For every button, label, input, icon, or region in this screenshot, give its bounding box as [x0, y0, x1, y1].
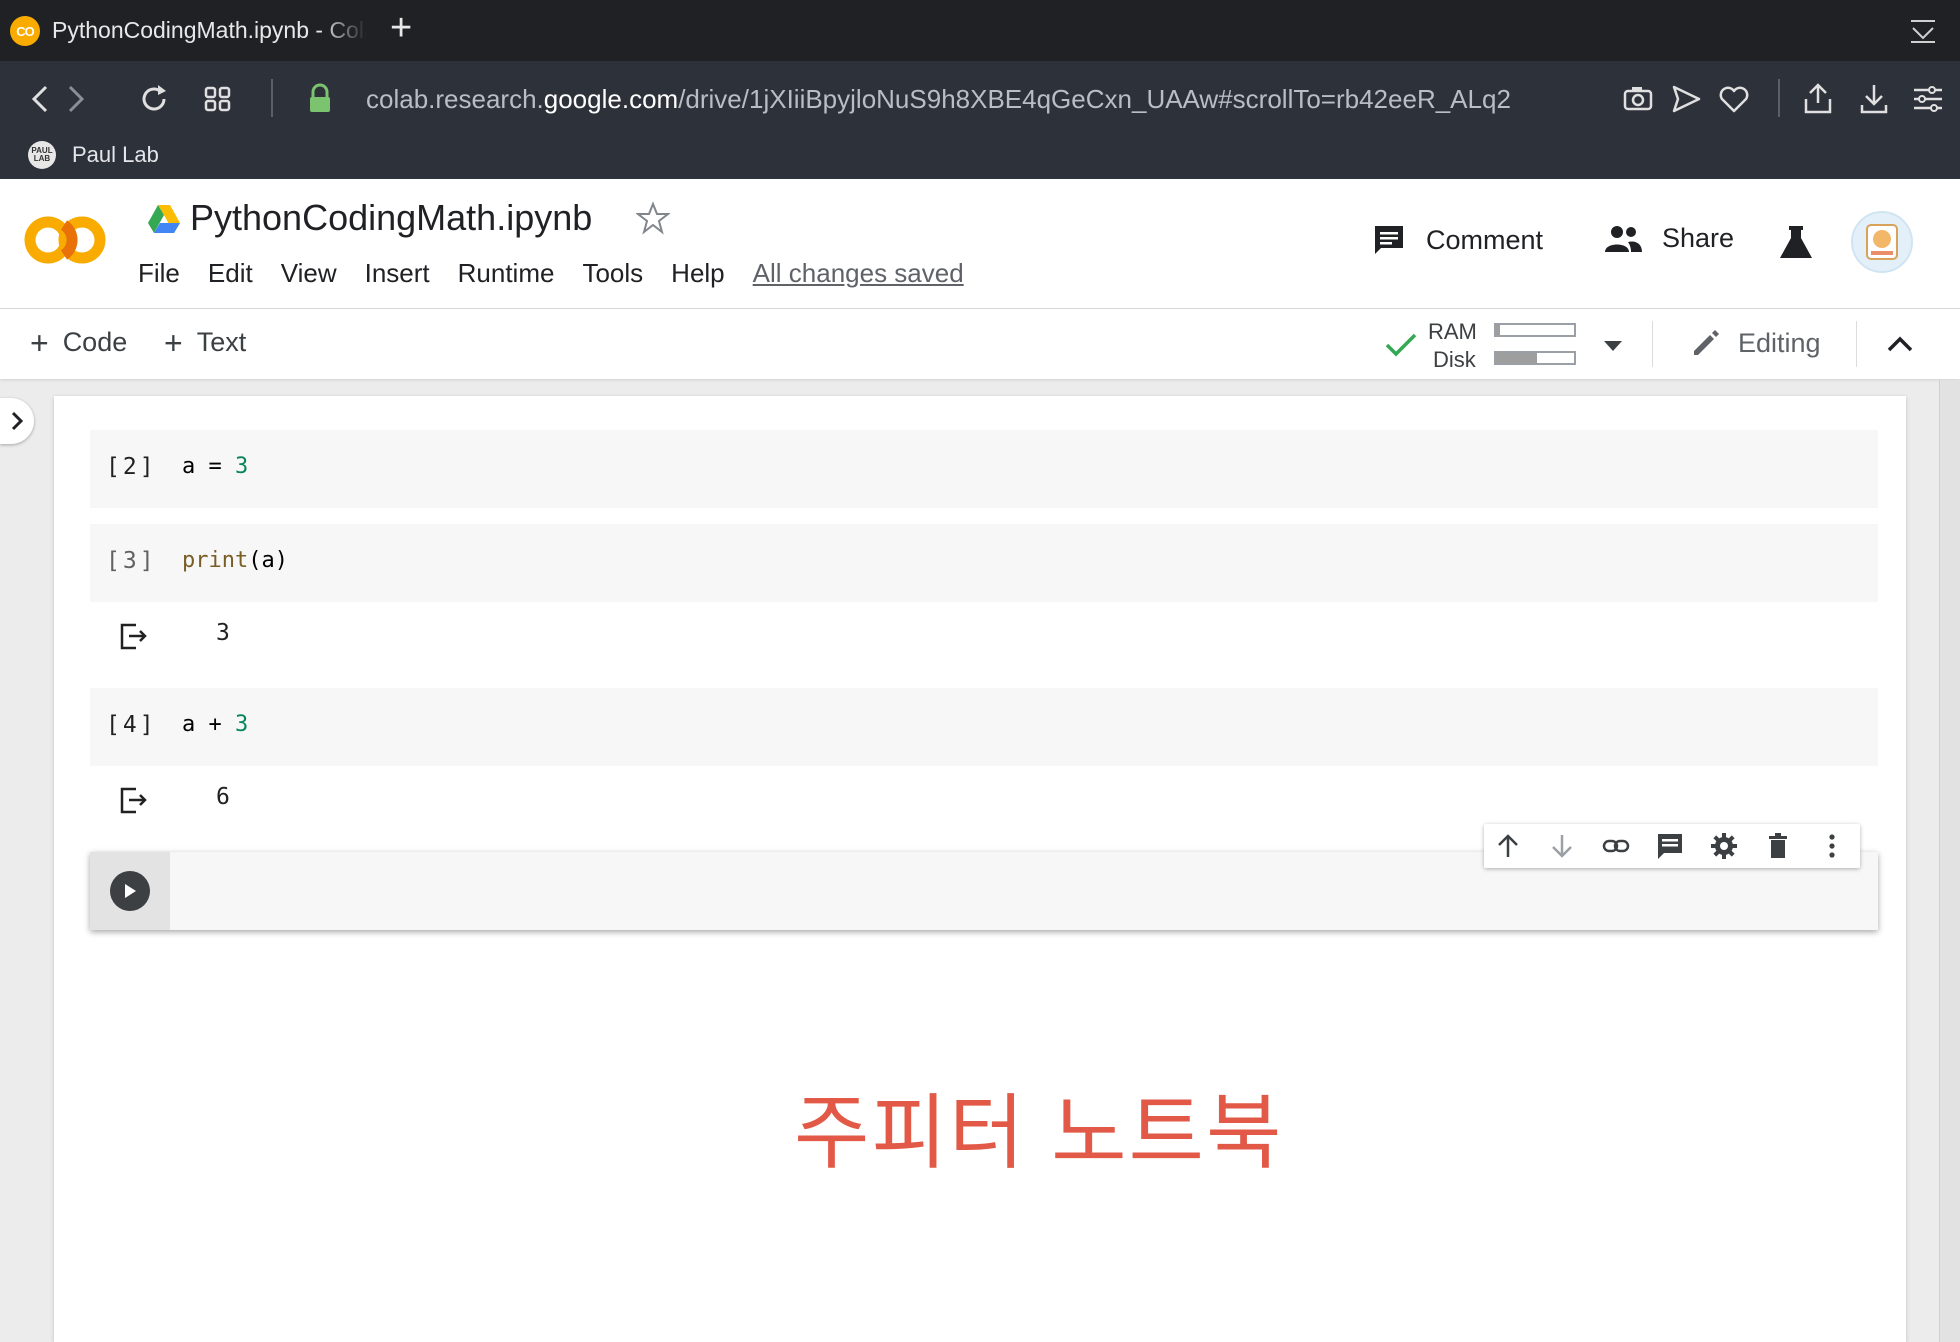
pencil-icon: [1694, 330, 1719, 355]
run-cell-button[interactable]: [110, 871, 150, 911]
output-text: 6: [216, 784, 230, 810]
chevron-right-icon: [11, 411, 24, 431]
send-icon[interactable]: [1668, 81, 1704, 117]
colab-favicon-icon: CO: [10, 16, 40, 46]
paul-lab-logo-icon: PAUL LAB: [28, 141, 56, 169]
add-code-label: Code: [62, 327, 128, 357]
add-comment-icon[interactable]: [1656, 832, 1684, 860]
download-icon[interactable]: [1856, 81, 1892, 117]
plus-icon: +: [30, 324, 49, 361]
share-upload-icon[interactable]: [1800, 81, 1836, 117]
easy-setup-menu-icon[interactable]: [1910, 81, 1946, 117]
notebook-title[interactable]: PythonCodingMath.ipynb: [190, 197, 592, 239]
disk-label[interactable]: Disk: [1433, 347, 1476, 373]
nav-separator: [1778, 79, 1780, 117]
editing-mode-button[interactable]: Editing: [1690, 327, 1821, 359]
connected-check-icon[interactable]: [1384, 331, 1418, 359]
add-text-label: Text: [196, 327, 247, 357]
settings-gear-icon[interactable]: [1710, 832, 1738, 860]
share-label: Share: [1662, 223, 1735, 253]
toolbar-separator: [1652, 321, 1653, 367]
resources-dropdown-icon[interactable]: [1604, 341, 1622, 351]
people-icon: [1605, 225, 1642, 252]
add-text-cell-button[interactable]: + Text: [164, 324, 247, 361]
execution-count: [3]: [106, 548, 157, 574]
heart-icon[interactable]: [1716, 81, 1752, 117]
menu-edit[interactable]: Edit: [208, 258, 253, 289]
google-drive-icon[interactable]: [148, 205, 180, 233]
ram-usage-meter[interactable]: [1494, 323, 1576, 337]
speed-dial-grid-icon[interactable]: [200, 81, 236, 117]
comment-icon: [1375, 226, 1403, 254]
annotation-text: 주피터 노트북: [794, 1088, 1284, 1179]
code-cell[interactable]: [4] a + 3: [90, 688, 1878, 766]
play-icon: [125, 884, 136, 898]
comment-button[interactable]: Comment: [1372, 223, 1543, 257]
ram-label[interactable]: RAM: [1428, 319, 1477, 345]
browser-tab[interactable]: CO PythonCodingMath.ipynb - Colab: [0, 0, 378, 61]
browser-tab-bar: CO PythonCodingMath.ipynb - Colab +: [0, 0, 1960, 61]
bookmark-label: Paul Lab: [72, 142, 159, 167]
secure-lock-icon[interactable]: [302, 81, 338, 117]
notebook-page: [2] a = 3 [3] print(a) 3 [4] a + 3 6 주피터…: [54, 396, 1906, 1342]
output-arrow-icon[interactable]: [118, 784, 152, 816]
menu-runtime[interactable]: Runtime: [458, 258, 555, 289]
menu-tools[interactable]: Tools: [582, 258, 643, 289]
code-text[interactable]: a + 3: [182, 712, 248, 737]
ram-usage-fill: [1496, 325, 1500, 335]
delete-trash-icon[interactable]: [1764, 832, 1792, 860]
colab-header: PythonCodingMath.ipynb File Edit View In…: [0, 179, 1960, 309]
collapse-header-chevron-up-icon[interactable]: [1884, 329, 1916, 359]
page-scrollbar[interactable]: [1939, 380, 1960, 1342]
cell-output: 3: [90, 602, 1878, 672]
disk-usage-meter[interactable]: [1494, 351, 1576, 365]
user-avatar[interactable]: [1851, 211, 1913, 273]
add-code-cell-button[interactable]: + Code: [30, 324, 128, 361]
menu-file[interactable]: File: [138, 258, 180, 289]
more-vert-icon[interactable]: [1818, 832, 1846, 860]
cell-toolbar: [1484, 824, 1860, 868]
lab-flask-icon[interactable]: [1778, 225, 1814, 259]
menu-bar: File Edit View Insert Runtime Tools Help…: [138, 258, 964, 289]
code-text[interactable]: a = 3: [182, 454, 248, 479]
sidebar-toggle-button[interactable]: [0, 398, 34, 444]
execution-count: [4]: [106, 712, 157, 738]
tab-menu-icon[interactable]: [1908, 18, 1938, 44]
editing-label: Editing: [1738, 327, 1821, 358]
disk-usage-fill: [1496, 353, 1537, 363]
output-text: 3: [216, 620, 230, 646]
nav-separator: [271, 79, 273, 117]
address-bar-url[interactable]: colab.research.google.com/drive/1jXIiiBp…: [366, 81, 1511, 117]
back-arrow-icon[interactable]: [24, 81, 60, 117]
menu-view[interactable]: View: [281, 258, 337, 289]
comment-label: Comment: [1426, 224, 1544, 255]
star-icon[interactable]: [636, 201, 670, 235]
code-cell[interactable]: [3] print(a): [90, 524, 1878, 602]
browser-navigation-bar: colab.research.google.com/drive/1jXIiiBp…: [0, 61, 1960, 179]
output-arrow-icon[interactable]: [118, 620, 152, 652]
menu-help[interactable]: Help: [671, 258, 724, 289]
save-status-link[interactable]: All changes saved: [753, 258, 964, 289]
forward-arrow-icon[interactable]: [58, 81, 94, 117]
new-tab-plus-icon[interactable]: +: [390, 8, 412, 48]
move-cell-up-arrow-icon[interactable]: [1494, 832, 1522, 860]
camera-snapshot-icon[interactable]: [1620, 81, 1656, 117]
plus-icon: +: [164, 324, 183, 361]
link-icon[interactable]: [1602, 832, 1630, 860]
code-text[interactable]: print(a): [182, 548, 288, 573]
move-cell-down-arrow-icon[interactable]: [1548, 832, 1576, 860]
toolbar-separator: [1856, 321, 1857, 367]
reload-icon[interactable]: [136, 81, 172, 117]
colab-logo-icon[interactable]: [24, 215, 106, 265]
avatar-icon: [1866, 224, 1898, 260]
notebook-toolbar: + Code + Text RAM Disk Editing: [0, 309, 1960, 379]
execution-count: [2]: [106, 454, 157, 480]
share-button[interactable]: Share: [1604, 223, 1734, 254]
tab-title: PythonCodingMath.ipynb - Colab: [52, 17, 367, 43]
code-cell[interactable]: [2] a = 3: [90, 430, 1878, 508]
bookmark-paul-lab[interactable]: PAUL LAB Paul Lab: [28, 141, 159, 169]
menu-insert[interactable]: Insert: [365, 258, 430, 289]
